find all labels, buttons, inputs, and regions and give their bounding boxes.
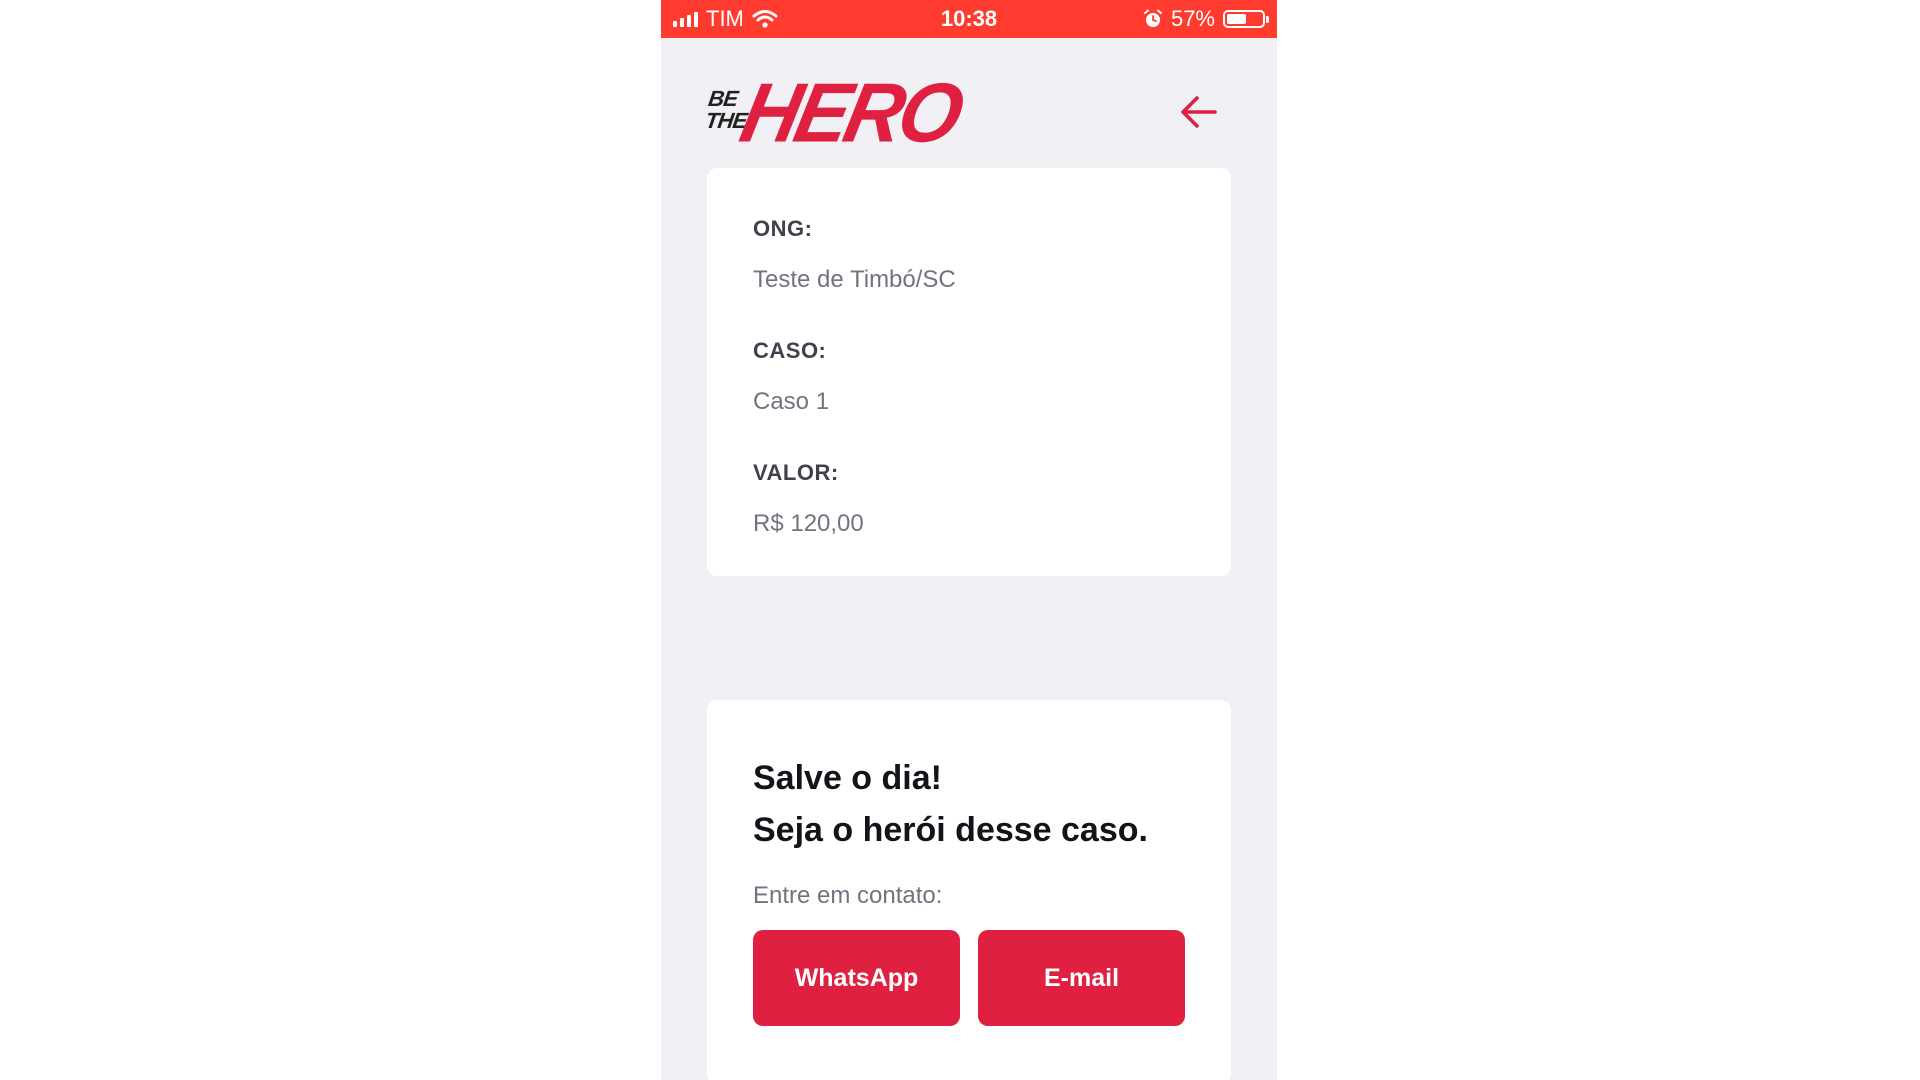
alarm-icon <box>1143 9 1162 27</box>
incident-card: ONG: Teste de Timbó/SC CASO: Caso 1 VALO… <box>707 168 1231 576</box>
email-button[interactable]: E-mail <box>978 930 1185 1026</box>
value-label: VALOR: <box>753 460 839 485</box>
battery-percent: 57% <box>1170 6 1215 31</box>
phone-screen: TIM 10:38 57% BE THE HERO ONG: Teste de … <box>661 0 1277 1080</box>
contact-title-line2: Seja o herói desse caso. <box>753 811 1148 849</box>
arrow-left-icon <box>1181 96 1217 128</box>
case-label: CASO: <box>753 338 827 363</box>
be-the-hero-logo: BE THE HERO <box>704 66 968 160</box>
battery-icon <box>1223 10 1269 28</box>
header: BE THE HERO <box>704 66 1227 170</box>
case-value: Caso 1 <box>753 388 830 415</box>
ong-label: ONG: <box>753 216 813 241</box>
battery-level <box>1227 14 1246 24</box>
whatsapp-button[interactable]: WhatsApp <box>753 930 960 1026</box>
contact-title: Salve o dia! Seja o herói desse caso. <box>753 752 1185 856</box>
contact-buttons: WhatsApp E-mail <box>753 930 1185 1026</box>
status-bar-right: 57% <box>1143 0 1269 38</box>
ong-value: Teste de Timbó/SC <box>753 266 956 293</box>
value-amount: R$ 120,00 <box>753 510 864 537</box>
logo-main-text: HERO <box>733 65 969 160</box>
back-button[interactable] <box>1177 90 1221 134</box>
contact-subtitle: Entre em contato: <box>753 882 943 909</box>
status-bar: TIM 10:38 57% <box>661 0 1277 38</box>
contact-card: Salve o dia! Seja o herói desse caso. En… <box>707 700 1231 1080</box>
contact-title-line1: Salve o dia! <box>753 759 942 797</box>
